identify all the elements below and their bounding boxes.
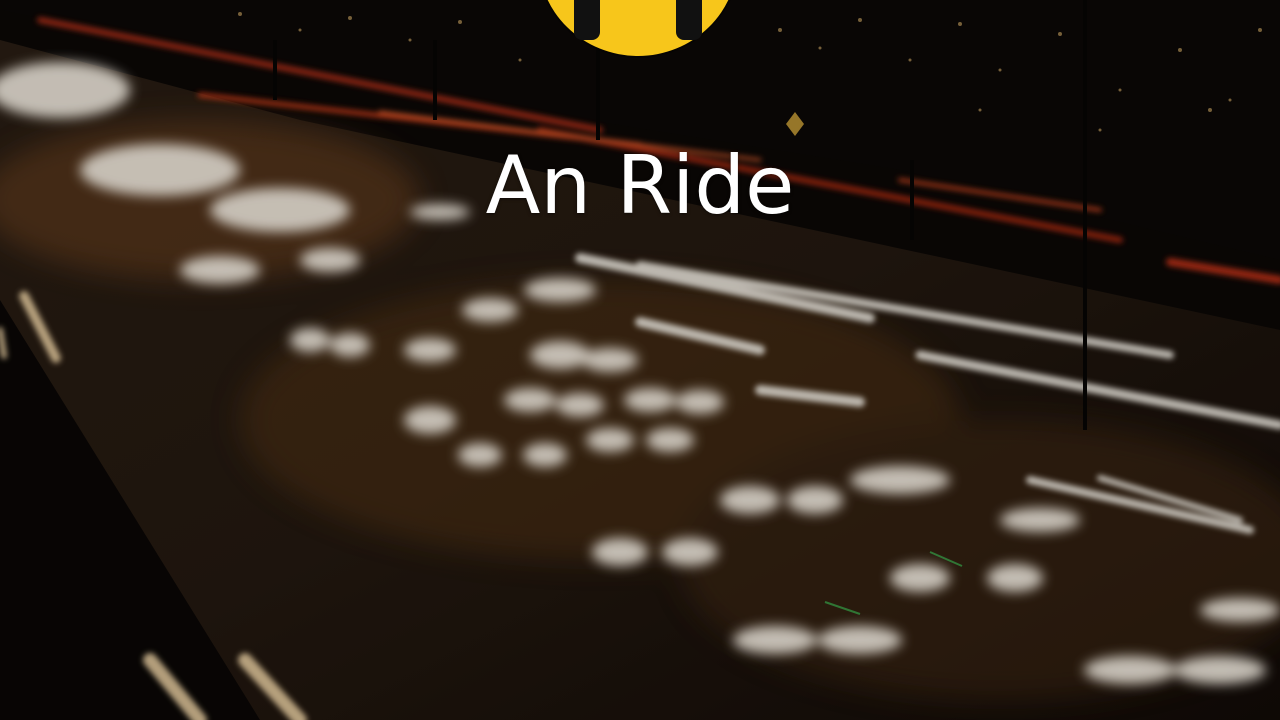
logo-left-mark [574, 0, 600, 40]
splash-screen: An Ride [0, 0, 1280, 720]
app-title: An Ride [485, 139, 795, 232]
dark-overlay [0, 0, 1280, 720]
logo-right-mark [676, 0, 702, 40]
